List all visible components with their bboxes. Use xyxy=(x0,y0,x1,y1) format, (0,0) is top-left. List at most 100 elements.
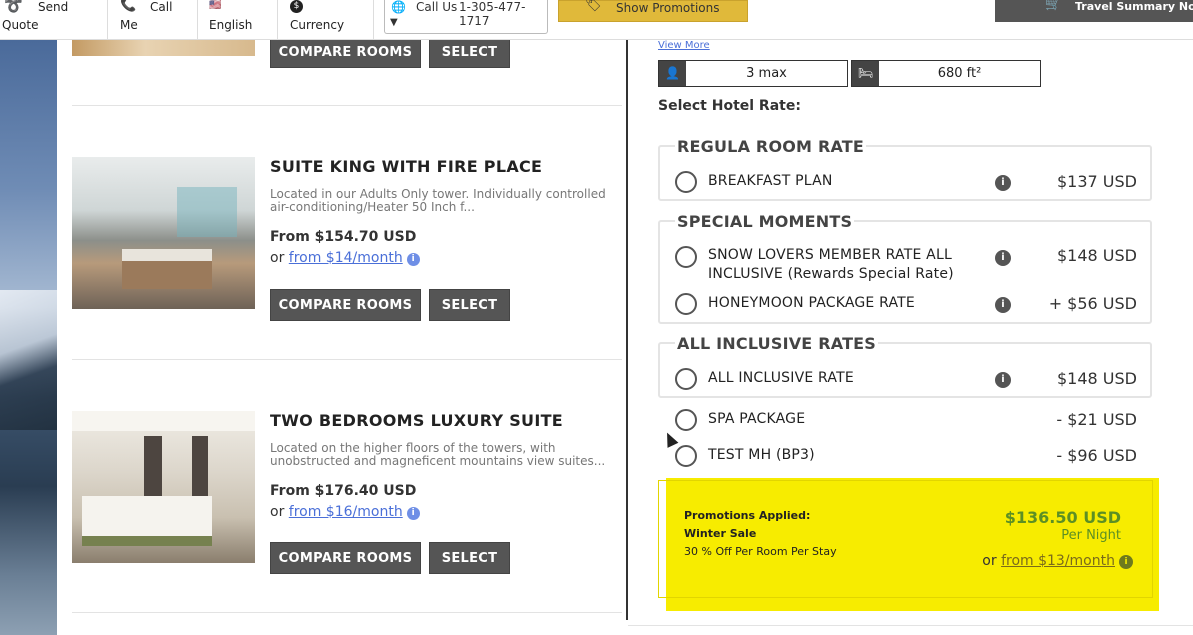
fireplace-glass-shape xyxy=(177,187,237,237)
rate-group-all-inclusive: ALL INCLUSIVE RATES ALL INCLUSIVE RATE i… xyxy=(658,334,1152,398)
rate-option-snow-lovers[interactable]: SNOW LOVERS MEMBER RATE ALL INCLUSIVE (R… xyxy=(675,246,1137,286)
rate-radio[interactable] xyxy=(675,171,697,193)
rate-name: TEST MH (BP3) xyxy=(708,447,815,463)
or-label: or xyxy=(270,504,285,520)
rate-option-honeymoon[interactable]: HONEYMOON PACKAGE RATE i + $56 USD xyxy=(675,293,1137,317)
send-icon: ➰ xyxy=(4,0,23,15)
room-price: From $154.70 USD xyxy=(270,229,417,245)
promotions-applied-label: Promotions Applied: xyxy=(684,509,811,522)
monthly-price-link[interactable]: from $14/month xyxy=(289,250,403,266)
room-image[interactable] xyxy=(72,40,255,56)
info-icon[interactable]: i xyxy=(995,175,1011,191)
language-label: English xyxy=(209,18,253,32)
rate-name: HONEYMOON PACKAGE RATE xyxy=(708,295,915,311)
currency-selector[interactable]: $ Currency xyxy=(278,0,374,40)
info-icon[interactable]: i xyxy=(995,250,1011,266)
bed-shape xyxy=(82,496,212,546)
divider xyxy=(628,625,1193,626)
occupancy-spec: 👤 3 max xyxy=(658,60,848,87)
select-room-button[interactable]: SELECT xyxy=(429,542,510,574)
rate-group-regular: REGULA ROOM RATE BREAKFAST PLAN i $137 U… xyxy=(658,137,1152,201)
rate-option-spa-package[interactable]: SPA PACKAGE - $21 USD xyxy=(675,409,1137,433)
rate-name-line-2: INCLUSIVE (Rewards Special Rate) xyxy=(708,266,954,282)
select-room-button[interactable]: SELECT xyxy=(429,36,510,68)
select-room-button[interactable]: SELECT xyxy=(429,289,510,321)
rate-name: ALL INCLUSIVE RATE xyxy=(708,370,854,386)
rate-name: BREAKFAST PLAN xyxy=(708,173,833,189)
info-icon[interactable]: i xyxy=(406,507,420,520)
rate-price: + $56 USD xyxy=(1048,294,1137,313)
call-me-label-1: Call xyxy=(150,0,173,14)
room-title[interactable]: SUITE KING WITH FIRE PLACE xyxy=(270,157,542,176)
occupancy-value: 3 max xyxy=(746,66,787,81)
info-icon[interactable]: i xyxy=(1119,555,1133,569)
travel-summary-button[interactable]: 🛒 Travel Summary Nov 10, xyxy=(995,0,1193,22)
tag-icon: 🏷 xyxy=(585,0,602,13)
send-quote-button[interactable]: ➰ Send Quote xyxy=(0,0,108,40)
rate-radio[interactable] xyxy=(675,409,697,431)
cart-icon: 🛒 xyxy=(1045,0,1062,12)
travel-summary-label: Travel Summary Nov 10, xyxy=(1075,0,1193,13)
promo-price: $136.50 USD xyxy=(1004,508,1121,527)
rate-radio[interactable] xyxy=(675,246,697,268)
rate-price: - $96 USD xyxy=(1056,446,1137,465)
or-label: or xyxy=(270,250,285,266)
language-selector[interactable]: 🇺🇸 English xyxy=(198,0,278,40)
promo-monthly-link[interactable]: from $13/month xyxy=(1001,553,1115,569)
rate-group-title: ALL INCLUSIVE RATES xyxy=(675,334,879,353)
promo-monthly-price: or from $13/month i xyxy=(982,553,1133,569)
rate-price: - $21 USD xyxy=(1056,410,1137,429)
call-us-label: Call Us xyxy=(416,0,458,14)
currency-label: Currency xyxy=(290,18,345,32)
rate-name: SPA PACKAGE xyxy=(708,411,806,427)
bed-icon: 🛏 xyxy=(852,61,879,86)
call-me-button[interactable]: 📞 Call Me xyxy=(108,0,198,40)
room-detail-panel: View More 👤 3 max 🛏 680 ft² Select Hotel… xyxy=(628,40,1193,635)
rate-option-test-mh[interactable]: TEST MH (BP3) - $96 USD xyxy=(675,445,1137,469)
monthly-price-link[interactable]: from $16/month xyxy=(289,504,403,520)
area-spec: 🛏 680 ft² xyxy=(851,60,1041,87)
show-promotions-label: Show Promotions xyxy=(616,1,720,15)
show-promotions-button[interactable]: 🏷 Show Promotions xyxy=(558,0,748,22)
divider xyxy=(72,612,622,613)
rate-radio[interactable] xyxy=(675,293,697,315)
send-quote-label-1: Send xyxy=(38,0,69,14)
info-icon[interactable]: i xyxy=(995,297,1011,313)
phone-icon: 📞 xyxy=(120,0,137,13)
divider xyxy=(72,105,622,106)
area-value: 680 ft² xyxy=(937,66,982,81)
top-bar: ➰ Send Quote 📞 Call Me 🇺🇸 English $ Curr… xyxy=(0,0,1193,40)
dollar-icon: $ xyxy=(290,0,303,13)
call-us-number: 1-305-477-1717 xyxy=(459,0,526,28)
rate-option-breakfast-plan[interactable]: BREAKFAST PLAN i $137 USD xyxy=(675,171,1137,195)
room-price: From $176.40 USD xyxy=(270,483,417,499)
call-us-dropdown[interactable]: 🌐 Call Us 1-305-477-1717 ▼ xyxy=(384,0,548,34)
room-card: TWO BEDROOMS LUXURY SUITE Located on the… xyxy=(72,411,607,581)
compare-rooms-button[interactable]: COMPARE ROOMS xyxy=(270,36,421,68)
background-image xyxy=(0,40,57,635)
info-icon[interactable]: i xyxy=(995,372,1011,388)
divider xyxy=(72,359,622,360)
bed-shape xyxy=(122,249,212,289)
room-image[interactable] xyxy=(72,411,255,563)
us-flag-icon: 🇺🇸 xyxy=(209,0,222,11)
rate-group-title: SPECIAL MOMENTS xyxy=(675,212,855,231)
room-image[interactable] xyxy=(72,157,255,309)
view-more-link[interactable]: View More xyxy=(658,40,710,51)
rate-radio[interactable] xyxy=(675,445,697,467)
call-me-label-2: Me xyxy=(120,18,138,32)
room-title[interactable]: TWO BEDROOMS LUXURY SUITE xyxy=(270,411,563,430)
compare-rooms-button[interactable]: COMPARE ROOMS xyxy=(270,542,421,574)
rate-price: $148 USD xyxy=(1057,246,1137,265)
rate-group-title: REGULA ROOM RATE xyxy=(675,137,867,156)
rate-option-all-inclusive[interactable]: ALL INCLUSIVE RATE i $148 USD xyxy=(675,368,1137,392)
room-monthly-price: or from $14/month i xyxy=(270,250,420,266)
room-description: Located on the higher floors of the towe… xyxy=(270,441,606,468)
promotion-description: 30 % Off Per Room Per Stay xyxy=(684,545,837,558)
person-icon: 👤 xyxy=(659,61,686,86)
select-rate-heading: Select Hotel Rate: xyxy=(658,98,801,114)
room-description: Located in our Adults Only tower. Indivi… xyxy=(270,187,606,214)
compare-rooms-button[interactable]: COMPARE ROOMS xyxy=(270,289,421,321)
info-icon[interactable]: i xyxy=(406,253,420,266)
rate-radio[interactable] xyxy=(675,368,697,390)
